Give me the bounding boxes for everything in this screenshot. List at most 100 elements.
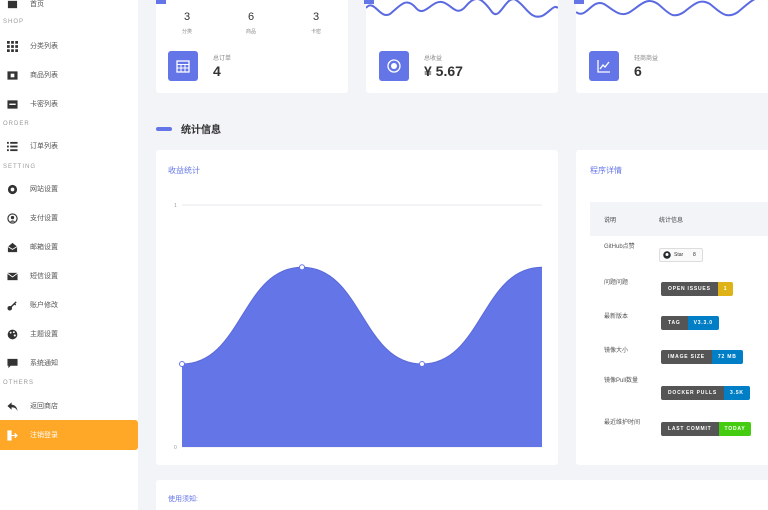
- last-commit-badge[interactable]: LAST COMMIT TODAY: [661, 422, 752, 436]
- data-point[interactable]: [179, 361, 185, 368]
- usage-notes-title: 使用须知:: [168, 496, 198, 503]
- badge-key: DOCKER PULLS: [661, 386, 725, 400]
- sidebar-item-label: 分类列表: [30, 43, 58, 50]
- sidebar-item-label: 邮箱设置: [30, 244, 58, 251]
- sidebar-item-label: 商品列表: [30, 72, 58, 79]
- stat-category-count: 3: [183, 11, 191, 23]
- key-icon: [7, 300, 18, 311]
- stat-category-label: 分类: [181, 29, 192, 35]
- sidebar-item-label: 首页: [30, 1, 44, 8]
- reply-icon: [7, 401, 18, 412]
- sidebar-item-email-settings[interactable]: 邮箱设置: [0, 236, 138, 258]
- issues-badge[interactable]: OPEN ISSUES 1: [661, 282, 734, 296]
- version-badge[interactable]: TAG V3.3.0: [661, 316, 719, 330]
- row-label-image-size: 镜像大小: [604, 348, 629, 354]
- sidebar-item-notice[interactable]: 系统通知: [0, 352, 138, 374]
- gear-icon: [7, 184, 18, 195]
- calendar-icon: [168, 51, 198, 81]
- row-label-docker-pulls: 镜像Pull数量: [604, 378, 639, 384]
- palette-icon: [7, 329, 18, 340]
- badge-value: V3.3.0: [687, 316, 719, 330]
- sidebar-item-card-list[interactable]: 卡密列表: [0, 93, 138, 115]
- image-size-badge[interactable]: IMAGE SIZE 72 MB: [661, 350, 743, 364]
- y-tick-label: 1: [174, 203, 177, 209]
- row-label-github: GitHub点赞: [604, 244, 635, 250]
- sidebar-item-label: 短信设置: [30, 273, 58, 280]
- misc-label: 轻商商益: [634, 56, 659, 62]
- github-star-count: 8: [693, 252, 696, 258]
- docker-pulls-badge[interactable]: DOCKER PULLS 3.5K: [661, 386, 750, 400]
- grid-icon: [7, 40, 18, 52]
- section-label-shop: SHOP: [3, 19, 25, 25]
- data-point[interactable]: [299, 264, 305, 271]
- sidebar-item-logout[interactable]: 注销登录: [0, 420, 138, 450]
- misc-card: 轻商商益 6: [574, 0, 768, 93]
- revenue-chart: 10: [174, 203, 543, 451]
- sidebar-item-label: 主题设置: [30, 331, 58, 338]
- sidebar-item-payment-settings[interactable]: 支付设置: [0, 207, 138, 229]
- sidebar-item-sms-settings[interactable]: 短信设置: [0, 265, 138, 287]
- user-circle-icon: [7, 212, 18, 224]
- sidebar: 首页 SHOP 分类列表 商品列表 卡密列表 ORDER 订单列表 SETTIN…: [0, 0, 138, 510]
- section-accent-bar: [156, 126, 172, 131]
- bar-chart-icon: [589, 51, 619, 81]
- misc-value: 6: [634, 63, 642, 79]
- col-description: 说明: [604, 218, 617, 224]
- sidebar-item-account-edit[interactable]: 账户修改: [0, 294, 138, 316]
- home-icon: [7, 0, 18, 10]
- sidebar-item-category-list[interactable]: 分类列表: [0, 35, 138, 57]
- sidebar-item-home[interactable]: 首页: [0, 0, 138, 15]
- total-orders-label: 总订单: [213, 56, 232, 62]
- col-statistics: 统计信息: [659, 218, 684, 224]
- section-label-setting: SETTING: [3, 164, 37, 170]
- sidebar-item-product-list[interactable]: 商品列表: [0, 64, 138, 86]
- sidebar-item-label: 注销登录: [30, 432, 58, 439]
- sidebar-item-site-settings[interactable]: 网站设置: [0, 178, 138, 200]
- stat-card-label: 卡密: [310, 29, 321, 35]
- usage-notes-panel: [156, 480, 768, 510]
- y-tick-label: 0: [174, 445, 177, 451]
- badge-value: 72 MB: [711, 350, 743, 364]
- revenue-sparkline: [366, 0, 558, 18]
- card-icon: [7, 99, 18, 110]
- stat-product-label: 商品: [245, 29, 256, 35]
- section-header: 统计信息: [156, 121, 221, 136]
- list-icon: [7, 141, 18, 152]
- details-table-header: 说明 统计信息: [590, 202, 768, 236]
- row-label-last-commit: 最近维护时间: [604, 420, 641, 426]
- mail-open-icon: [7, 242, 18, 253]
- misc-sparkline: [576, 0, 756, 17]
- badge-key: LAST COMMIT: [661, 422, 719, 436]
- section-title: 统计信息: [181, 125, 221, 136]
- box-icon: [7, 70, 18, 81]
- sidebar-item-label: 卡密列表: [30, 101, 58, 108]
- data-point[interactable]: [419, 361, 425, 368]
- badge-value: TODAY: [718, 422, 752, 436]
- envelope-icon: [7, 271, 18, 282]
- sidebar-item-back-to-store[interactable]: 返回商店: [0, 395, 138, 417]
- logout-icon: [7, 429, 18, 441]
- github-icon: [663, 251, 671, 259]
- orders-card: 3 分类 6 商品 3 卡密 总订单 4: [156, 0, 348, 93]
- row-label-issues: 问题问题: [604, 280, 629, 286]
- row-label-version: 最新版本: [604, 314, 629, 320]
- stat-product-count: 6: [247, 11, 255, 23]
- total-revenue-label: 总收益: [424, 56, 443, 62]
- sidebar-item-theme-settings[interactable]: 主题设置: [0, 323, 138, 345]
- sidebar-item-label: 支付设置: [30, 215, 58, 222]
- badge-key: TAG: [661, 316, 688, 330]
- sidebar-item-label: 订单列表: [30, 143, 58, 150]
- badge-value: 3.5K: [724, 386, 750, 400]
- sidebar-item-label: 返回商店: [30, 403, 58, 410]
- coin-icon: [379, 51, 409, 81]
- revenue-card: 总收益 ¥ 5.67: [364, 0, 558, 93]
- revenue-area: [182, 267, 542, 447]
- sidebar-item-label: 系统通知: [30, 360, 58, 367]
- stat-card-count: 3: [312, 11, 320, 23]
- sidebar-item-label: 账户修改: [30, 302, 58, 309]
- card-accent: [156, 0, 166, 4]
- github-star-button[interactable]: Star 8: [659, 248, 703, 262]
- sidebar-item-label: 网站设置: [30, 186, 58, 193]
- sidebar-item-order-list[interactable]: 订单列表: [0, 135, 138, 157]
- details-title: 程序详情: [590, 166, 622, 175]
